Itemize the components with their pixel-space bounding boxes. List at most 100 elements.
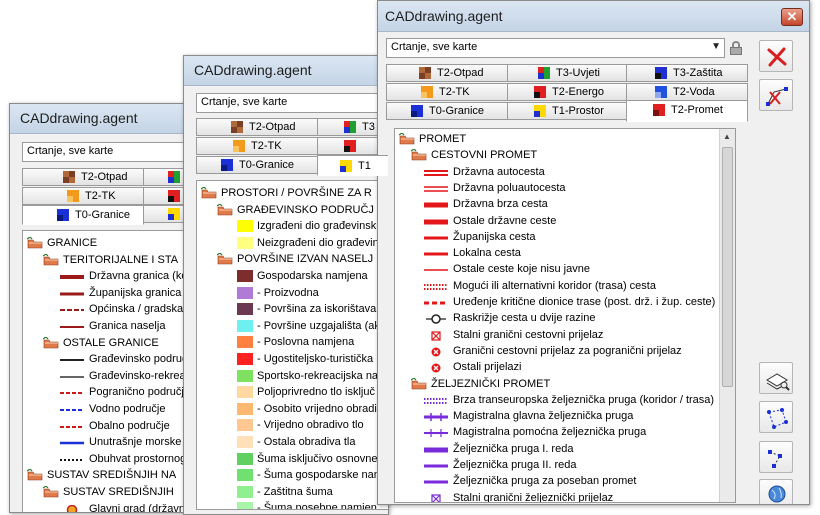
layer-set-select[interactable]: Crtanje, sve karte [22,142,198,162]
tree-item-label: TERITORIJALNE I STA [63,253,179,266]
tree-item-label: OSTALE GRANICE [63,336,159,349]
tab-label: T3-Uvjeti [556,67,601,79]
layer-symbol-icon [59,271,85,281]
layer-symbol-icon [423,493,449,502]
tree-item-label: Obalno područje [89,419,170,432]
lock-body [730,47,742,55]
layer-symbol-icon [423,313,449,325]
layer-symbol-icon [59,404,85,414]
scrollbar-thumb[interactable] [722,147,733,387]
layer-tree[interactable]: PROMET CESTOVNI PROMET Državna autocesta Dr… [394,128,736,503]
layer-swatch-icon [655,86,667,98]
select-vertices-button[interactable] [759,441,793,473]
fill-swatch-icon [237,319,253,332]
tab-t0-granice[interactable]: T0-Granice [22,205,144,225]
tree-item-label: Državna brza cesta [453,198,548,211]
chevron-down-icon[interactable]: ▼ [711,41,721,52]
tab-t0-granice[interactable]: T0-Granice [386,102,508,120]
tab-label: T0-Granice [75,209,131,221]
layer-swatch-icon [231,121,243,133]
layer-swatch-icon [221,159,233,171]
layer-swatch-icon [168,171,180,183]
tab-t2-otpad[interactable]: T2-Otpad [22,168,144,186]
folder-icon [42,252,59,266]
vertices-select-icon [768,450,782,468]
tab-t2-tk[interactable]: T2-TK [196,137,318,155]
layer-swatch-icon [67,190,79,202]
layer-symbol-icon [423,264,449,274]
tab-label: T2-Otpad [437,67,484,79]
layer-swatch-icon [340,160,352,172]
tab-t1-prostor[interactable]: T1 [317,155,388,176]
tree-item-label: Državna granica (ko [89,270,188,283]
tab-t2-energo[interactable]: T2-Energo [507,83,627,101]
layer-set-select[interactable]: Crtanje, sve karte [196,93,388,113]
tab-t2-tk[interactable]: T2-TK [22,187,144,205]
close-icon: ✕ [786,9,798,24]
layer-swatch-icon [344,121,356,133]
tab-t2-otpad[interactable]: T2-Otpad [196,118,318,136]
layer-symbol-icon [423,216,449,226]
fill-swatch-icon [237,485,253,498]
layer-symbol-icon [423,395,449,405]
folder-icon [26,468,43,481]
tree-item-label: Izgrađeni dio građevinsk [257,220,377,233]
layer-symbol-icon [423,248,449,258]
scroll-up-icon[interactable]: ▲ [723,132,731,141]
title-bar[interactable]: CADdrawing.agent [10,104,198,134]
layer-swatch-icon [168,190,180,202]
tree-item-label: Općinska / gradska [89,303,184,316]
layer-symbol-icon [423,199,449,209]
zoom-layer-button[interactable] [759,362,793,394]
layer-symbol-icon [59,437,85,447]
tab-t3-uvjeti[interactable]: T3-Uvjeti [507,64,627,82]
tab-label: T2-TK [439,86,470,98]
tree-item-label: Sportsko-rekreacijska na [257,369,379,382]
delete-button[interactable] [759,40,793,72]
fill-swatch-icon [237,353,253,365]
layer-symbol-icon [423,476,449,486]
tab-t3-zastita[interactable]: T3-Zaštita [626,64,748,82]
layer-symbol-icon [59,321,85,331]
layer-symbol-icon [423,362,449,373]
window-title: CADdrawing.agent [194,62,312,78]
close-button[interactable]: ✕ [781,8,803,26]
globe-button[interactable] [759,479,793,504]
layer-symbol-icon [423,167,449,177]
tree-item-label: CESTOVNI PROMET [431,149,538,162]
tab-t0-granice[interactable]: T0-Granice [196,156,318,174]
tab-label: T1-Prostor [552,105,604,117]
layer-symbol-icon [423,232,449,242]
tab-label: T0-Granice [239,159,295,171]
layer-swatch-icon [233,140,245,152]
tab-t2-promet[interactable]: T2-Promet [626,100,748,122]
lock-icon[interactable] [730,41,742,55]
layer-tree[interactable]: GRANICE TERITORIJALNE I STA Državna granic… [22,230,198,512]
tab-t2-tk[interactable]: T2-TK [386,83,508,101]
folder-icon [26,236,43,249]
layer-swatch-icon [421,86,433,98]
tree-item-label: Neizgrađeni dio građevin [257,236,379,249]
window-promet: CADdrawing.agent ✕ Crtanje, sve karte ▼ … [377,0,810,505]
layer-symbol-icon [423,411,449,422]
tree-scrollbar[interactable]: ▲ [719,129,735,502]
layer-swatch-icon [168,208,180,220]
tab-t1-prostor[interactable]: T1-Prostor [507,102,627,120]
tree-item-label: Ostale ceste koje nisu javne [453,263,590,276]
select-polygon-button[interactable] [759,401,793,433]
title-bar[interactable]: CADdrawing.agent [184,56,388,86]
layer-symbol-icon [423,281,449,291]
tab-t2-voda[interactable]: T2-Voda [626,83,748,101]
tree-item-label: Raskrižje cesta u dvije razine [453,312,596,325]
title-bar[interactable]: CADdrawing.agent ✕ [378,1,809,32]
fill-swatch-icon [237,436,253,448]
delete-vertex-button[interactable] [759,79,793,111]
layer-set-select[interactable]: Crtanje, sve karte ▼ [386,38,725,58]
layer-swatch-icon [344,140,356,152]
tree-item-label: Granica naselja [89,320,166,332]
tab-label: T2-Energo [552,86,604,98]
tab-t2-otpad[interactable]: T2-Otpad [386,64,508,82]
layer-symbol-icon [59,504,85,512]
fill-swatch-icon [237,469,253,482]
layer-tree[interactable]: PROSTORI / POVRŠINE ZA R GRAĐEVINSKO PODR… [196,180,388,510]
